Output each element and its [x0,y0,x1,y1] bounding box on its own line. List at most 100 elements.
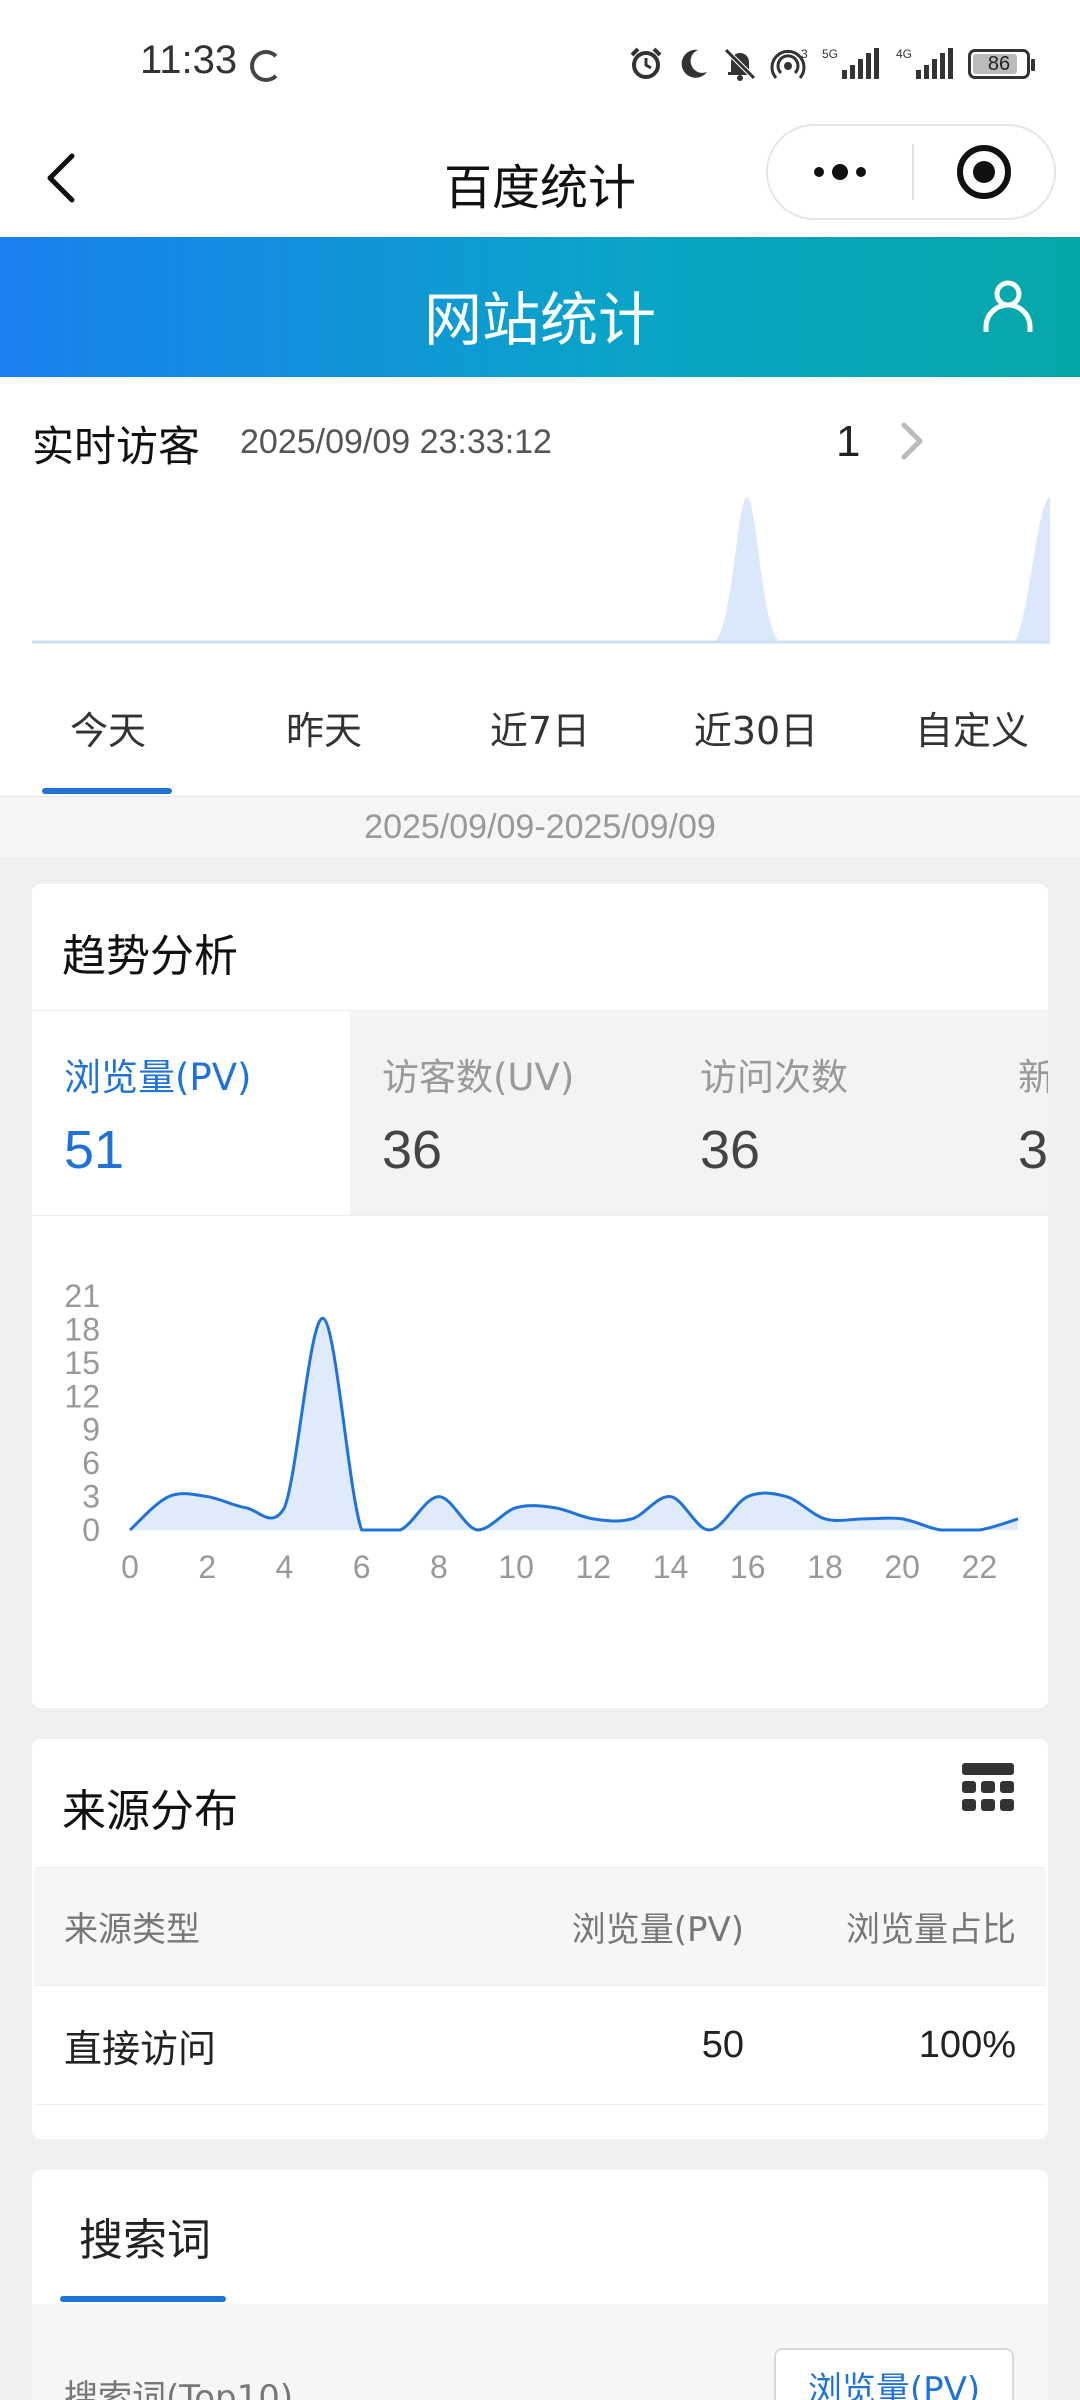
more-dot-icon [832,164,848,180]
metric-tab-new[interactable]: 新 3 [986,1011,1048,1215]
data-point [900,1517,904,1521]
realtime-visitors[interactable]: 实时访客 2025/09/09 23:33:12 1 [0,377,1080,659]
chevron-right-icon[interactable] [892,417,932,465]
data-point [321,1316,325,1320]
svg-text:5G: 5G [822,47,838,61]
table-row[interactable]: 直接访问 50 100% [34,1985,1046,2105]
metric-value: 36 [700,1120,761,1180]
x-tick-label: 16 [730,1549,766,1585]
data-point [437,1495,441,1499]
capsule-menu [766,124,1056,220]
trend-chart: 0369121518210 2 4 6 8 10 12 14 16 18 20 22 [64,1278,1020,1585]
site-header: 网站统计 [0,237,1080,377]
moon-icon [681,49,707,78]
x-tick-label: 0 [121,1549,139,1585]
data-point [591,1517,595,1521]
x-tick-label: 22 [962,1549,998,1585]
mute-bell-icon [724,48,756,81]
source-card: 来源分布 来源类型 浏览量(PV) 浏览量占比 直接访问 50 100% [32,1739,1048,2139]
tab-custom[interactable]: 自定义 [864,659,1080,796]
source-table: 来源类型 浏览量(PV) 浏览量占比 直接访问 50 100% [34,1867,1046,2105]
close-miniprogram-button[interactable] [914,126,1054,218]
tab-yesterday[interactable]: 昨天 [216,659,432,796]
status-time: 11:33 [140,38,238,82]
status-bar: 11:33 3 5G 4G 86 [0,0,1080,130]
metric-tab-visits[interactable]: 访问次数 36 [668,1011,986,1215]
period-tabs: 今天 昨天 近7日 近30日 自定义 [0,659,1080,797]
data-point [707,1528,711,1532]
user-icon[interactable] [978,277,1038,337]
y-tick-label: 18 [64,1311,100,1347]
y-tick-label: 3 [82,1479,100,1515]
search-subheader: 搜索词(Top10) 浏览量(PV) [32,2304,1048,2400]
x-tick-label: 8 [430,1549,448,1585]
data-point [939,1528,943,1532]
table-cell: 100% [918,2023,1016,2066]
svg-text:3: 3 [801,47,808,61]
metric-value: 36 [382,1120,443,1180]
table-header: 来源类型 浏览量(PV) 浏览量占比 [34,1867,1046,1985]
metric-value: 3 [1018,1120,1048,1180]
x-tick-label: 10 [498,1549,534,1585]
y-tick-label: 15 [64,1345,100,1381]
signal-4g-icon: 4G [896,47,953,79]
metric-label: 新 [1018,1056,1048,1099]
source-title: 来源分布 [62,1786,238,1837]
data-point [1016,1517,1020,1521]
more-dot-icon [856,167,866,177]
metric-label: 访客数(UV) [382,1056,575,1099]
metric-label: 浏览量(PV) [64,1056,252,1099]
realtime-spike [712,497,782,642]
table-grid-icon[interactable] [960,1759,1016,1815]
title-bar: 百度统计 [0,120,1080,237]
column-header: 浏览量(PV) [571,1910,744,1950]
realtime-timestamp: 2025/09/09 23:33:12 [240,423,552,461]
loading-spinner-icon [250,50,282,82]
realtime-sparkline [32,497,1050,644]
table-cell: 50 [701,2023,744,2066]
y-tick-label: 12 [64,1378,100,1414]
x-tick-label: 18 [807,1549,843,1585]
metric-tab-pv[interactable]: 浏览量(PV) 51 [32,1011,350,1215]
battery-icon: 86 [968,49,1035,79]
status-icons: 3 5G 4G 86 [628,40,1035,88]
hotspot-icon: 3 [770,47,808,79]
data-point [977,1528,981,1532]
realtime-label: 实时访客 [32,422,201,471]
y-tick-label: 6 [82,1445,100,1481]
tab-search-terms[interactable]: 搜索词 [60,2204,230,2268]
signal-5g-icon: 5G [822,47,879,79]
data-point [167,1495,171,1499]
date-range: 2025/09/09-2025/09/09 [0,797,1080,857]
metric-value: 51 [64,1120,125,1180]
y-tick-label: 21 [64,1278,100,1314]
trend-card: 趋势分析 浏览量(PV) 51 访客数(UV) 36 访问次数 36 新 3 0… [32,884,1048,1708]
svg-text:4G: 4G [896,47,912,61]
more-button[interactable] [768,126,912,218]
data-point [630,1517,634,1521]
metric-tab-uv[interactable]: 访客数(UV) 36 [350,1011,668,1215]
y-tick-label: 9 [82,1412,100,1448]
data-point [244,1506,248,1510]
column-header: 来源类型 [64,1910,200,1950]
x-tick-label: 20 [884,1549,920,1585]
x-tick-label: 12 [576,1549,612,1585]
tab-indicator [60,2296,226,2302]
data-point [669,1495,673,1499]
battery-level: 86 [987,52,1011,75]
tab-last-30-days[interactable]: 近30日 [648,659,864,796]
alarm-icon [630,47,662,79]
realtime-spike [1012,497,1050,642]
metric-select[interactable]: 浏览量(PV) [774,2348,1014,2400]
target-icon [957,145,1011,199]
data-point [823,1517,827,1521]
data-point [553,1506,557,1510]
table-cell: 直接访问 [64,2026,217,2071]
tab-last-7-days[interactable]: 近7日 [432,659,648,796]
data-point [398,1528,402,1532]
x-tick-label: 6 [353,1549,371,1585]
series-line [128,1316,1019,1532]
tab-today[interactable]: 今天 [0,659,216,796]
data-point [784,1495,788,1499]
trend-title: 趋势分析 [62,931,238,982]
